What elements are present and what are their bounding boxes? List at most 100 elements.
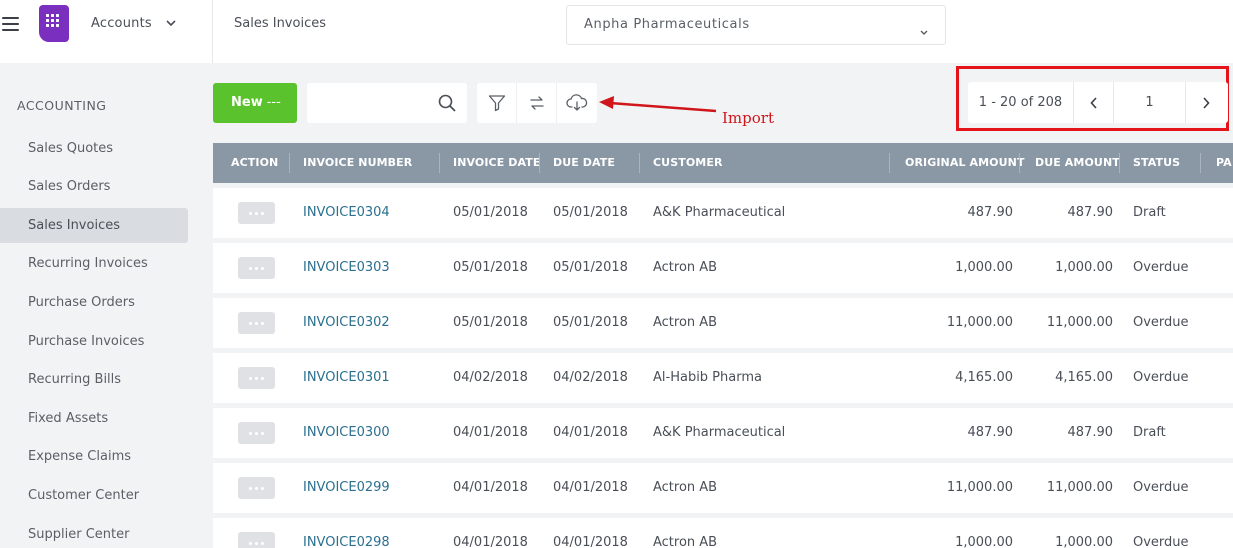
customer-name: A&K Pharmaceutical — [653, 425, 786, 440]
table-row: INVOICE0301 04/02/2018 04/02/2018 Al-Hab… — [213, 353, 1233, 403]
column-header-customer[interactable]: CUSTOMER — [653, 143, 723, 183]
status-label: Draft — [1133, 425, 1166, 440]
chevron-left-icon — [1089, 96, 1097, 109]
chevron-right-icon — [1203, 96, 1210, 109]
due-amount: 11,000.00 — [1046, 315, 1113, 330]
original-amount: 487.90 — [967, 425, 1014, 440]
top-bar: Accounts Sales Invoices Anpha Pharmaceut… — [0, 0, 1233, 63]
status-label: Overdue — [1133, 370, 1189, 385]
status-label: Draft — [1133, 205, 1166, 220]
chevron-down-icon — [166, 16, 176, 31]
original-amount: 11,000.00 — [946, 480, 1013, 495]
original-amount: 11,000.00 — [946, 315, 1013, 330]
cloud-download-icon[interactable] — [557, 83, 597, 123]
due-date: 04/01/2018 — [553, 535, 628, 548]
sidebar-item-supplier-center[interactable]: Supplier Center — [0, 517, 188, 548]
sidebar-item-recurring-bills[interactable]: Recurring Bills — [0, 362, 188, 397]
sidebar-item-recurring-invoices[interactable]: Recurring Invoices — [0, 246, 188, 281]
sidebar-item-purchase-invoices[interactable]: Purchase Invoices — [0, 324, 188, 359]
status-label: Overdue — [1133, 535, 1189, 548]
toolbar-icon-group — [477, 83, 597, 123]
sidebar: ACCOUNTING Sales Quotes Sales Orders Sal… — [0, 63, 213, 548]
column-divider — [1200, 153, 1201, 173]
due-amount: 11,000.00 — [1046, 480, 1113, 495]
table-row: INVOICE0299 04/01/2018 04/01/2018 Actron… — [213, 463, 1233, 513]
table-row: INVOICE0300 04/01/2018 04/01/2018 A&K Ph… — [213, 408, 1233, 458]
hamburger-menu-icon[interactable] — [2, 14, 20, 34]
sidebar-section-title: ACCOUNTING — [17, 98, 107, 113]
sidebar-item-fixed-assets[interactable]: Fixed Assets — [0, 401, 188, 436]
column-divider — [289, 153, 290, 173]
column-header-pa[interactable]: PA — [1216, 143, 1232, 183]
status-label: Overdue — [1133, 480, 1189, 495]
invoice-date: 04/02/2018 — [453, 370, 528, 385]
search-input[interactable] — [307, 83, 427, 123]
customer-name: Actron AB — [653, 260, 718, 275]
column-divider — [1119, 153, 1120, 173]
original-amount: 1,000.00 — [955, 535, 1013, 548]
app-logo-icon[interactable] — [39, 5, 69, 42]
status-label: Overdue — [1133, 315, 1189, 330]
invoice-number-link[interactable]: INVOICE0298 — [303, 518, 390, 548]
invoice-number-link[interactable]: INVOICE0300 — [303, 408, 390, 458]
filter-icon[interactable] — [477, 83, 517, 123]
row-action-button[interactable] — [238, 202, 275, 224]
pagination-range: 1 - 20 of 208 — [968, 82, 1074, 123]
column-header-invoice-number[interactable]: INVOICE NUMBER — [303, 143, 412, 183]
invoice-number-link[interactable]: INVOICE0303 — [303, 243, 390, 293]
customer-name: Actron AB — [653, 315, 718, 330]
new-button[interactable]: New --- — [213, 83, 297, 123]
sidebar-item-sales-invoices[interactable]: Sales Invoices — [0, 208, 188, 243]
next-page-button[interactable] — [1186, 82, 1226, 123]
invoice-number-link[interactable]: INVOICE0301 — [303, 353, 390, 403]
invoice-date: 04/01/2018 — [453, 425, 528, 440]
customer-name: Al-Habib Pharma — [653, 370, 762, 385]
column-header-original-amount[interactable]: ORIGINAL AMOUNT — [905, 143, 1025, 183]
invoice-number-link[interactable]: INVOICE0304 — [303, 188, 390, 238]
app-switcher[interactable]: Accounts — [91, 16, 176, 31]
due-date: 04/02/2018 — [553, 370, 628, 385]
original-amount: 487.90 — [967, 205, 1014, 220]
top-left-zone: Accounts — [0, 0, 213, 63]
due-amount: 1,000.00 — [1055, 535, 1113, 548]
customer-name: Actron AB — [653, 535, 718, 548]
column-header-due-amount[interactable]: DUE AMOUNT — [1035, 143, 1120, 183]
company-select[interactable]: Anpha Pharmaceuticals — [566, 5, 946, 45]
status-label: Overdue — [1133, 260, 1189, 275]
invoice-date: 05/01/2018 — [453, 315, 528, 330]
row-action-button[interactable] — [238, 532, 275, 548]
due-date: 05/01/2018 — [553, 260, 628, 275]
original-amount: 4,165.00 — [955, 370, 1013, 385]
column-divider — [1019, 153, 1020, 173]
invoice-date: 05/01/2018 — [453, 260, 528, 275]
row-action-button[interactable] — [238, 367, 275, 389]
sidebar-item-sales-orders[interactable]: Sales Orders — [0, 169, 188, 204]
column-header-action[interactable]: ACTION — [231, 143, 278, 183]
due-date: 04/01/2018 — [553, 425, 628, 440]
invoice-number-link[interactable]: INVOICE0302 — [303, 298, 390, 348]
new-button-dots: --- — [266, 95, 281, 110]
arrows-exchange-icon[interactable] — [517, 83, 557, 123]
column-header-invoice-date[interactable]: INVOICE DATE — [453, 143, 541, 183]
sidebar-item-sales-quotes[interactable]: Sales Quotes — [0, 131, 188, 166]
invoice-date: 05/01/2018 — [453, 205, 528, 220]
row-action-button[interactable] — [238, 477, 275, 499]
annotation-arrow-icon — [599, 96, 717, 113]
prev-page-button[interactable] — [1074, 82, 1114, 123]
due-amount: 487.90 — [1067, 205, 1114, 220]
row-action-button[interactable] — [238, 422, 275, 444]
column-header-status[interactable]: STATUS — [1133, 143, 1180, 183]
sidebar-item-customer-center[interactable]: Customer Center — [0, 478, 188, 513]
column-header-due-date[interactable]: DUE DATE — [553, 143, 615, 183]
column-divider — [439, 153, 440, 173]
sidebar-item-expense-claims[interactable]: Expense Claims — [0, 439, 188, 474]
invoice-number-link[interactable]: INVOICE0299 — [303, 463, 390, 513]
due-amount: 1,000.00 — [1055, 260, 1113, 275]
column-divider — [889, 153, 890, 173]
row-action-button[interactable] — [238, 257, 275, 279]
page-number-input[interactable]: 1 — [1114, 82, 1186, 123]
sidebar-item-purchase-orders[interactable]: Purchase Orders — [0, 285, 188, 320]
customer-name: A&K Pharmaceutical — [653, 205, 786, 220]
search-icon[interactable] — [438, 94, 456, 116]
row-action-button[interactable] — [238, 312, 275, 334]
